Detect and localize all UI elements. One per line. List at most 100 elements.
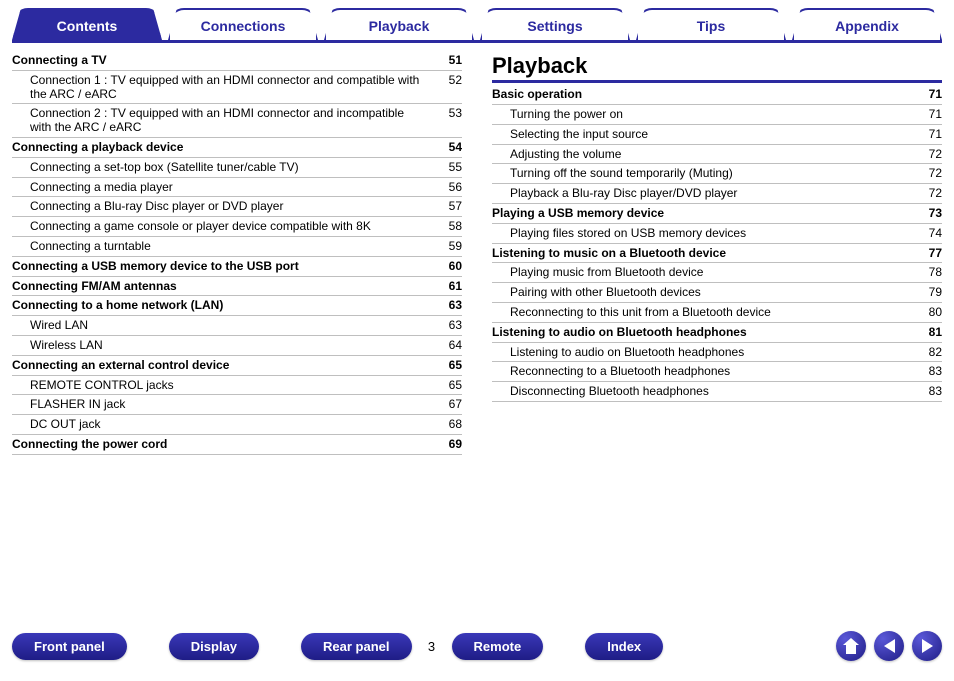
toc-heading[interactable]: Connecting a USB memory device to the US… (12, 257, 462, 277)
toc-subitem[interactable]: Playing music from Bluetooth device78 (492, 263, 942, 283)
tab-tips[interactable]: Tips (636, 8, 786, 40)
toc-page: 57 (426, 200, 462, 214)
toc-title: Connecting a USB memory device to the US… (12, 260, 426, 274)
toc-page: 81 (906, 326, 942, 340)
toc-heading[interactable]: Playing a USB memory device73 (492, 204, 942, 224)
toc-subitem[interactable]: Connecting a media player56 (12, 178, 462, 198)
toc-title: Basic operation (492, 88, 906, 102)
tab-label: Playback (369, 18, 430, 34)
toc-title: Adjusting the volume (492, 148, 906, 162)
toc-subitem[interactable]: Wired LAN63 (12, 316, 462, 336)
tab-connections[interactable]: Connections (168, 8, 318, 40)
toc-page: 53 (426, 107, 462, 121)
toc-page: 63 (426, 299, 462, 313)
top-tab-bar: Contents Connections Playback Settings T… (12, 8, 942, 43)
toc-page: 72 (906, 148, 942, 162)
home-button[interactable] (836, 631, 866, 661)
toc-page: 60 (426, 260, 462, 274)
toc-subitem[interactable]: Connecting a set-top box (Satellite tune… (12, 158, 462, 178)
tab-label: Contents (57, 18, 118, 34)
toc-subitem[interactable]: Connecting a turntable59 (12, 237, 462, 257)
nav-display[interactable]: Display (169, 633, 259, 660)
toc-title: Wired LAN (12, 319, 426, 333)
toc-title: Connection 1 : TV equipped with an HDMI … (12, 74, 426, 102)
section-underline (492, 80, 942, 83)
toc-subitem[interactable]: Connecting a game console or player devi… (12, 217, 462, 237)
toc-subitem[interactable]: Turning the power on71 (492, 105, 942, 125)
toc-subitem[interactable]: Connecting a Blu-ray Disc player or DVD … (12, 197, 462, 217)
toc-subitem[interactable]: Reconnecting to a Bluetooth headphones83 (492, 362, 942, 382)
toc-heading[interactable]: Listening to audio on Bluetooth headphon… (492, 323, 942, 343)
tab-contents[interactable]: Contents (12, 8, 162, 40)
nav-label: Rear panel (323, 639, 389, 654)
toc-subitem[interactable]: Pairing with other Bluetooth devices79 (492, 283, 942, 303)
toc-subitem[interactable]: Connection 1 : TV equipped with an HDMI … (12, 71, 462, 105)
toc-subitem[interactable]: Reconnecting to this unit from a Bluetoo… (492, 303, 942, 323)
nav-index[interactable]: Index (585, 633, 663, 660)
toc-subitem[interactable]: Connection 2 : TV equipped with an HDMI … (12, 104, 462, 138)
tab-settings[interactable]: Settings (480, 8, 630, 40)
toc-title: Connecting a TV (12, 54, 426, 68)
toc-title: Connecting a set-top box (Satellite tune… (12, 161, 426, 175)
toc-title: FLASHER IN jack (12, 398, 426, 412)
nav-label: Remote (474, 639, 522, 654)
nav-front-panel[interactable]: Front panel (12, 633, 127, 660)
toc-heading[interactable]: Connecting the power cord69 (12, 435, 462, 455)
toc-left-column: Connecting a TV51Connection 1 : TV equip… (12, 51, 462, 455)
toc-title: Connecting to a home network (LAN) (12, 299, 426, 313)
next-page-button[interactable] (912, 631, 942, 661)
arrow-right-icon (922, 639, 933, 653)
nav-label: Front panel (34, 639, 105, 654)
toc-subitem[interactable]: REMOTE CONTROL jacks65 (12, 376, 462, 396)
toc-page: 63 (426, 319, 462, 333)
toc-subitem[interactable]: Disconnecting Bluetooth headphones83 (492, 382, 942, 402)
toc-title: Connecting a playback device (12, 141, 426, 155)
toc-title: Playback a Blu-ray Disc player/DVD playe… (492, 187, 906, 201)
toc-heading[interactable]: Listening to music on a Bluetooth device… (492, 244, 942, 264)
toc-subitem[interactable]: Turning off the sound temporarily (Mutin… (492, 164, 942, 184)
toc-subitem[interactable]: Playing files stored on USB memory devic… (492, 224, 942, 244)
toc-page: 82 (906, 346, 942, 360)
toc-heading[interactable]: Basic operation71 (492, 85, 942, 105)
tab-playback[interactable]: Playback (324, 8, 474, 40)
nav-remote[interactable]: Remote (452, 633, 544, 660)
toc-page: 78 (906, 266, 942, 280)
prev-page-button[interactable] (874, 631, 904, 661)
toc-page: 72 (906, 167, 942, 181)
toc-heading[interactable]: Connecting a TV51 (12, 51, 462, 71)
toc-heading[interactable]: Connecting an external control device65 (12, 356, 462, 376)
toc-subitem[interactable]: Playback a Blu-ray Disc player/DVD playe… (492, 184, 942, 204)
toc-subitem[interactable]: Wireless LAN64 (12, 336, 462, 356)
toc-title: Listening to music on a Bluetooth device (492, 247, 906, 261)
nav-label: Display (191, 639, 237, 654)
toc-subitem[interactable]: FLASHER IN jack67 (12, 395, 462, 415)
tab-label: Tips (697, 18, 726, 34)
toc-subitem[interactable]: Selecting the input source71 (492, 125, 942, 145)
toc-title: Pairing with other Bluetooth devices (492, 286, 906, 300)
toc-title: Connecting a media player (12, 181, 426, 195)
toc-page: 51 (426, 54, 462, 68)
page-number: 3 (412, 639, 452, 654)
toc-title: Reconnecting to this unit from a Bluetoo… (492, 306, 906, 320)
toc-title: Playing music from Bluetooth device (492, 266, 906, 280)
toc-page: 61 (426, 280, 462, 294)
toc-title: Connecting an external control device (12, 359, 426, 373)
toc-title: Listening to audio on Bluetooth headphon… (492, 346, 906, 360)
toc-heading[interactable]: Connecting to a home network (LAN)63 (12, 296, 462, 316)
toc-page: 67 (426, 398, 462, 412)
toc-title: Connecting the power cord (12, 438, 426, 452)
toc-page: 72 (906, 187, 942, 201)
toc-title: Playing a USB memory device (492, 207, 906, 221)
toc-subitem[interactable]: DC OUT jack68 (12, 415, 462, 435)
toc-subitem[interactable]: Listening to audio on Bluetooth headphon… (492, 343, 942, 363)
toc-page: 58 (426, 220, 462, 234)
toc-page: 83 (906, 385, 942, 399)
toc-title: Connecting FM/AM antennas (12, 280, 426, 294)
toc-subitem[interactable]: Adjusting the volume72 (492, 145, 942, 165)
toc-page: 69 (426, 438, 462, 452)
toc-heading[interactable]: Connecting FM/AM antennas61 (12, 277, 462, 297)
tab-appendix[interactable]: Appendix (792, 8, 942, 40)
bottom-nav: Front panel Display Rear panel 3 Remote … (12, 631, 942, 661)
nav-rear-panel[interactable]: Rear panel (301, 633, 411, 660)
toc-heading[interactable]: Connecting a playback device54 (12, 138, 462, 158)
